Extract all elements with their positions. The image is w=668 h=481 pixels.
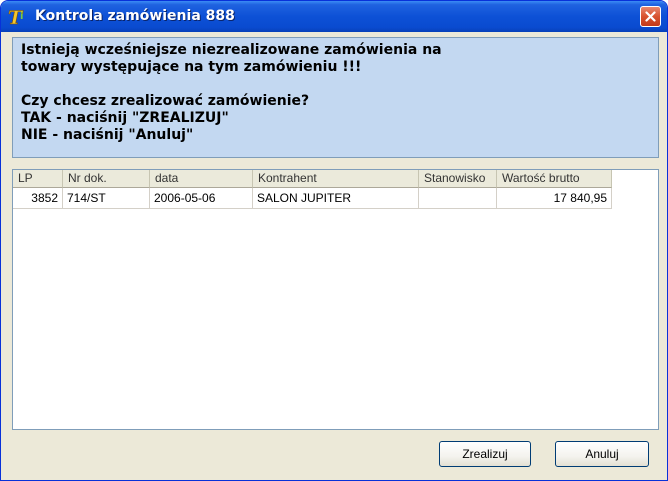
title-bar[interactable]: T i Kontrola zamówienia 888 <box>1 1 667 32</box>
cell-contractor[interactable]: SALON JUPITER <box>253 188 419 209</box>
dialog-window: T i Kontrola zamówienia 888 Istnieją wcz… <box>0 0 668 481</box>
cell-lp[interactable]: 3852 <box>13 188 63 209</box>
close-button[interactable] <box>640 6 661 27</box>
orders-grid[interactable]: LP Nr dok. data Kontrahent Stanowisko Wa… <box>12 169 659 430</box>
column-header-contractor[interactable]: Kontrahent <box>253 170 419 188</box>
cell-date[interactable]: 2006-05-06 <box>150 188 253 209</box>
cancel-button[interactable]: Anuluj <box>555 441 649 467</box>
svg-text:i: i <box>20 11 23 22</box>
realize-button[interactable]: Zrealizuj <box>439 441 531 467</box>
message-line: TAK - naciśnij "ZREALIZUJ" <box>21 110 229 126</box>
message-line <box>21 76 650 93</box>
message-line: towary występujące na tym zamówieniu !!! <box>21 59 362 75</box>
cell-workstation[interactable] <box>419 188 497 209</box>
message-line: Czy chcesz zrealizować zamówienie? <box>21 93 310 109</box>
column-header-workstation[interactable]: Stanowisko <box>419 170 497 188</box>
column-header-lp[interactable]: LP <box>13 170 63 188</box>
cell-gross-value[interactable]: 17 840,95 <box>497 188 612 209</box>
grid-header: LP Nr dok. data Kontrahent Stanowisko Wa… <box>13 170 612 188</box>
cell-doc-number[interactable]: 714/ST <box>63 188 150 209</box>
column-header-date[interactable]: data <box>150 170 253 188</box>
t-logo-icon: T i <box>7 7 31 30</box>
message-line: NIE - naciśnij "Anuluj" <box>21 127 194 143</box>
close-icon <box>645 11 656 22</box>
dialog-title: Kontrola zamówienia 888 <box>35 8 235 24</box>
column-header-doc-number[interactable]: Nr dok. <box>63 170 150 188</box>
message-line: Istnieją wcześniejsze niezrealizowane za… <box>21 42 442 58</box>
dialog-client-area: Istnieją wcześniejsze niezrealizowane za… <box>5 32 663 478</box>
table-row[interactable]: 3852 714/ST 2006-05-06 SALON JUPITER 17 … <box>13 188 612 209</box>
warning-message-panel: Istnieją wcześniejsze niezrealizowane za… <box>12 37 659 158</box>
column-header-gross-value[interactable]: Wartość brutto <box>497 170 612 188</box>
